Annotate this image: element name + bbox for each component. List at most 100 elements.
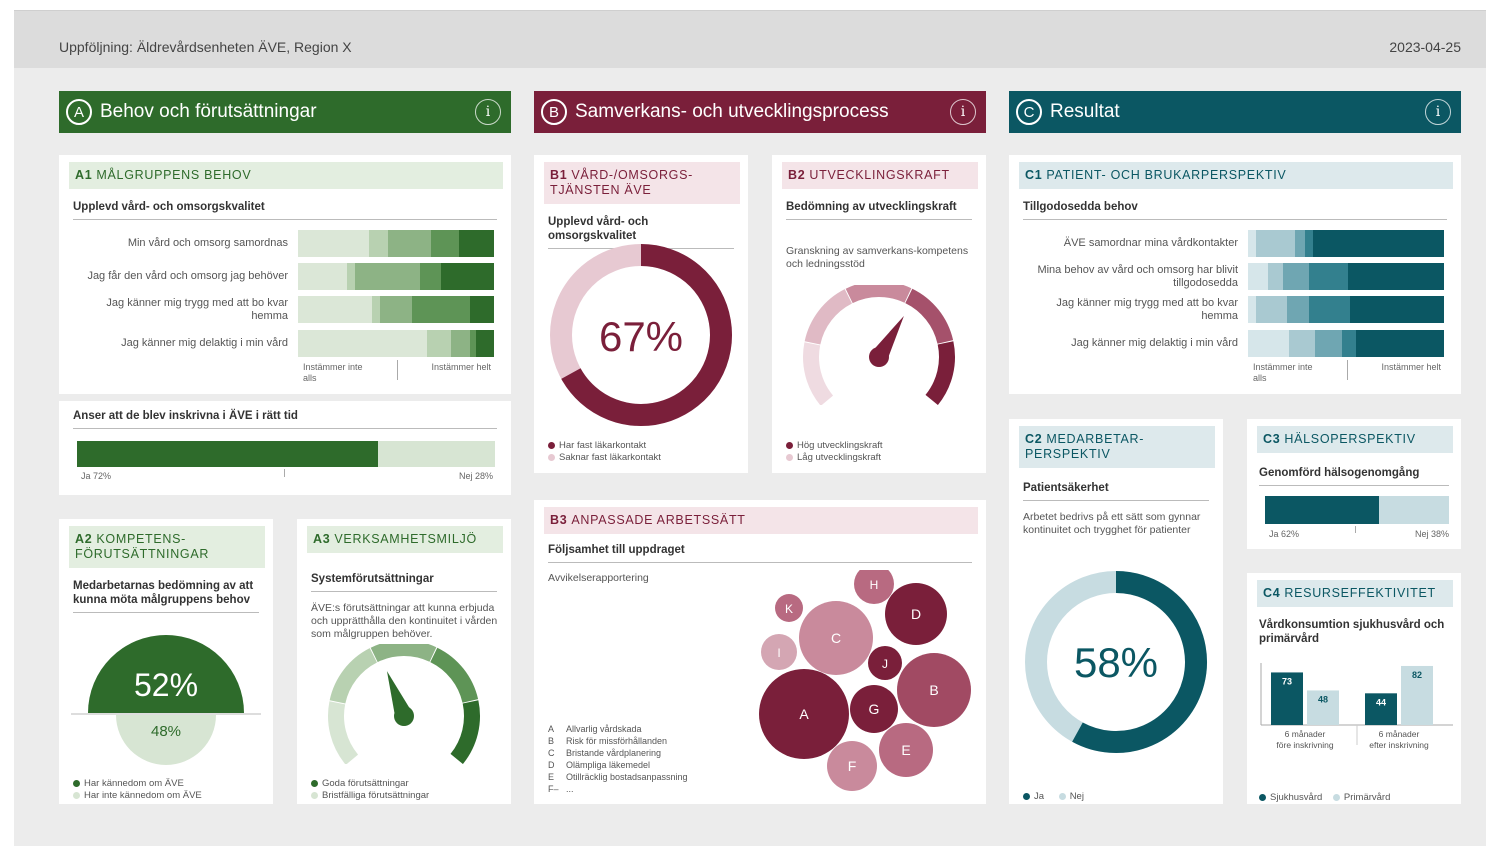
section-letter-c: C (1016, 99, 1042, 125)
axis-right-label: Instämmer helt (431, 362, 491, 372)
section-letter-b: B (541, 99, 567, 125)
likert-segment (1349, 296, 1445, 323)
likert-segment (431, 230, 460, 257)
card-c4: C4 RESURSEFFEKTIVITET Vårdkonsumtion sjuk… (1247, 573, 1461, 804)
row-label: Jag känner mig trygg med att bo kvar hem… (106, 296, 288, 322)
gauge-segment (328, 701, 359, 764)
card-a1: A1 MÅLGRUPPENS BEHOV Upplevd vård- och om… (59, 155, 511, 394)
likert-segment (1312, 230, 1445, 257)
legend-item: Goda förutsättningar (311, 778, 429, 790)
likert-segment (298, 330, 428, 357)
likert-segment (427, 330, 452, 357)
card-subtitle: Bedömning av utvecklingskraft (786, 200, 972, 220)
card-title-text: PATIENT- OCH BRUKARPERSPEKTIV (1046, 168, 1287, 182)
category-label: Allvarlig vårdskada (566, 724, 642, 734)
gauge-segment (925, 341, 955, 405)
card-code: B2 (788, 168, 806, 182)
row-label: Jag får den vård och omsorg jag behöver (87, 270, 288, 282)
yes-no-bar-bg (77, 441, 495, 467)
gauge-chart (803, 285, 955, 405)
card-b1: B1 VÅRD-/OMSORGS-TJÄNSTEN ÄVE Upplevd vår… (534, 155, 748, 473)
card-a3: A3 VERKSAMHETSMILJÖ Systemförutsättningar… (297, 519, 511, 804)
yes-no-bar-bg (1265, 496, 1449, 524)
likert-segment (298, 230, 370, 257)
bar-value-label: 48 (1318, 694, 1328, 704)
legend-item: Har kännedom om ÄVE (73, 778, 202, 790)
category-item: A Allvarlig vårdskada (548, 723, 688, 735)
section-title-a: Behov och förutsättningar (100, 101, 317, 122)
likert-segment (1248, 330, 1290, 357)
axis-tick (397, 360, 398, 380)
info-icon[interactable]: i (950, 99, 976, 125)
info-icon[interactable]: i (475, 99, 501, 125)
bar-value-label: 44 (1376, 697, 1386, 707)
likert-segment (388, 230, 432, 257)
section-header-b: B Samverkans- och utvecklingsprocess i (534, 91, 986, 133)
legend-item: Har fast läkarkontakt (548, 440, 661, 452)
category-item: E Otillräcklig bostadsanpassning (548, 771, 688, 783)
section-header-c: C Resultat i (1009, 91, 1461, 133)
legend: Sjukhusvård Primärvård (1259, 792, 1390, 804)
likert-segment (411, 296, 471, 323)
category-legend: A Allvarlig vårdskada B Risk för missförhål… (548, 723, 688, 795)
section-header-a: A Behov och förutsättningar i (59, 91, 511, 133)
row-label: Min vård och omsorg samordnas (127, 237, 288, 249)
gauge-segment (450, 700, 480, 764)
card-code: B3 (550, 513, 568, 527)
card-b3: B3 ANPASSADE ARBETSSÄTT Följsamhet till u… (534, 500, 986, 804)
card-subtitle: Medarbetarnas bedömning av att kunna möt… (73, 579, 259, 613)
yes-bar (77, 441, 378, 467)
category-label: Otillräcklig bostadsanpassning (566, 772, 688, 782)
yes-label: Ja 62% (1269, 529, 1300, 539)
category-item: F–... (548, 783, 688, 795)
category-key: F– (548, 784, 559, 794)
category-label: ... (566, 784, 574, 794)
likert-segment (368, 230, 389, 257)
card-code: A1 (75, 168, 93, 182)
card-code: A2 (75, 532, 93, 546)
likert-segment (298, 263, 348, 290)
yes-bar (1265, 496, 1380, 524)
card-subtitle: Patientsäkerhet (1023, 481, 1209, 501)
card-code: C3 (1263, 432, 1281, 446)
card-title-text: KOMPETENS-FÖRUTSÄTTNINGAR (75, 532, 210, 561)
bubble-label: I (777, 646, 780, 660)
likert-segment (354, 263, 420, 290)
likert-segment (476, 330, 495, 357)
likert-segment (1267, 263, 1284, 290)
card-title-text: MÅLGRUPPENS BEHOV (96, 168, 252, 182)
row-label: ÄVE samordnar mina vårdkontakter (1063, 237, 1238, 249)
card-code: C4 (1263, 586, 1281, 600)
card-subtitle: Följsamhet till uppdraget (548, 543, 972, 563)
card-subtitle: Vårdkonsumtion sjukhusvård och primärvår… (1259, 619, 1445, 645)
card-title: A3 VERKSAMHETSMILJÖ (307, 526, 503, 553)
gauge-hub (869, 347, 889, 367)
axis-left-label: Instämmer inte alls (1253, 362, 1313, 383)
section-title-b: Samverkans- och utvecklingsprocess (575, 101, 889, 122)
category-label: Risk för missförhållanden (566, 736, 668, 746)
card-title-text: VERKSAMHETSMILJÖ (334, 532, 477, 546)
likert-segment (1255, 230, 1296, 257)
axis-left-label: Instämmer inte alls (303, 362, 363, 383)
info-icon[interactable]: i (1425, 99, 1451, 125)
no-label: Nej 28% (458, 471, 493, 481)
card-title: B1 VÅRD-/OMSORGS-TJÄNSTEN ÄVE (544, 162, 740, 204)
section-title-c: Resultat (1050, 101, 1120, 122)
value-bottom: 48% (150, 723, 182, 740)
likert-segment (1289, 330, 1316, 357)
legend-item: Sjukhusvård (1259, 792, 1322, 803)
bubble-label: E (901, 742, 910, 758)
legend: Har kännedom om ÄVE Har inte kännedom om… (73, 778, 202, 802)
card-c1: C1 PATIENT- OCH BRUKARPERSPEKTIV Tillgodo… (1009, 155, 1461, 394)
legend: Ja Nej (1023, 791, 1084, 803)
x-tick-label: efter inskrivning (1369, 740, 1429, 750)
legend-item: Hög utvecklingskraft (786, 440, 883, 452)
card-subtitle: Upplevd vård- och omsorgskvalitet (73, 200, 497, 220)
gauge-segment (803, 342, 834, 405)
legend: Hög utvecklingskraft Låg utvecklingskraf… (786, 440, 883, 464)
card-description: Arbetet bedrivs på ett sätt som gynnar k… (1023, 511, 1201, 536)
report-title: Uppföljning: Äldrevårdsenheten ÄVE, Regi… (59, 39, 352, 55)
likert-segment (380, 296, 413, 323)
card-code: C2 (1025, 432, 1043, 446)
legend-item: Primärvård (1332, 792, 1390, 803)
